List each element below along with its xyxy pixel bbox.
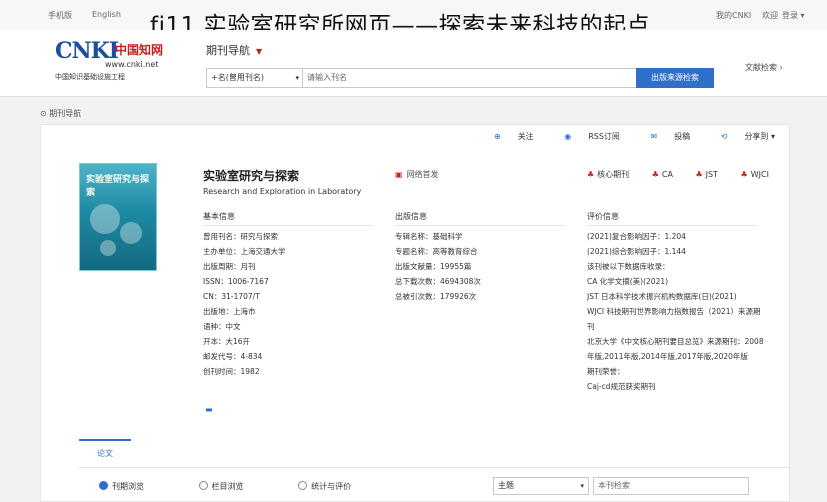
rss-button[interactable]: ◉ RSS订阅 bbox=[550, 132, 620, 141]
badge-wjci: ♣ WJCI bbox=[740, 170, 769, 179]
info-row: 该刊被以下数据库收录： bbox=[587, 262, 670, 271]
radio-checked-icon bbox=[99, 481, 108, 490]
index-badges: ♣ 核心期刊 ♣ CA ♣ JST ♣ WJCI bbox=[587, 169, 789, 180]
info-row: (2021)复合影响因子：1.204 bbox=[587, 232, 686, 241]
cover-title: 实验室研究与探索 bbox=[86, 175, 150, 198]
info-row: 总下载次数：4694308次 bbox=[395, 277, 481, 286]
english-link[interactable]: English bbox=[92, 10, 121, 19]
journal-nav-dropdown[interactable]: 期刊导航 ▼ bbox=[206, 42, 262, 58]
info-row: CA 化学文摘(美)(2021) bbox=[587, 277, 669, 286]
info-row: Caj-cd规范获奖期刊 bbox=[587, 382, 656, 391]
info-row: 出版文献量：19955篇 bbox=[395, 262, 472, 271]
info-row: 出版周期：月刊 bbox=[203, 262, 256, 271]
breadcrumb[interactable]: ⊙ 期刊导航 bbox=[40, 108, 81, 119]
logo-subtitle: 中国知识基础设施工程 bbox=[55, 73, 125, 81]
chevron-down-icon: ▾ bbox=[295, 74, 299, 82]
advanced-search-link[interactable]: 文献检索 › bbox=[745, 62, 783, 73]
basic-info-list: 曾用刊名：研究与探索 主办单位：上海交通大学 出版周期：月刊 ISSN：1006… bbox=[203, 229, 286, 379]
info-row: 邮发代号：4-834 bbox=[203, 352, 263, 361]
action-bar: ⊕ 关注 ◉ RSS订阅 ✉ 投稿 ⟲ 分享到 ▾ bbox=[466, 131, 775, 142]
follow-button[interactable]: ⊕ 关注 bbox=[480, 132, 534, 141]
share-button[interactable]: ⟲ 分享到 ▾ bbox=[707, 132, 775, 141]
radio-issue-browse[interactable]: 刊期浏览 bbox=[99, 481, 170, 491]
info-row: (2021)综合影响因子：1.144 bbox=[587, 247, 686, 256]
radio-stats-browse[interactable]: 统计与评价 bbox=[298, 481, 377, 491]
info-row: 曾用刊名：研究与探索 bbox=[203, 232, 278, 241]
rss-icon: ◉ bbox=[564, 132, 572, 141]
journal-title: 实验室研究与探索 bbox=[203, 169, 300, 183]
badge-ca: ♣ CA bbox=[651, 170, 673, 179]
publish-info-list: 专辑名称：基础科学 专题名称：高等教育综合 出版文献量：19955篇 总下载次数… bbox=[395, 229, 481, 304]
info-row: ISSN：1006-7167 bbox=[203, 277, 269, 286]
cover-bubble bbox=[120, 222, 142, 244]
radio-unchecked-icon bbox=[198, 481, 208, 490]
follow-icon: ⊕ bbox=[493, 132, 501, 141]
journal-panel: ⊕ 关注 ◉ RSS订阅 ✉ 投稿 ⟲ 分享到 ▾ 实验室研究与探索 实验室研究与探索 … bbox=[40, 124, 790, 502]
login-link[interactable]: 登录 ▾ bbox=[782, 10, 805, 21]
tab-papers[interactable]: 论文 bbox=[79, 439, 131, 467]
logo-brand-cn: 中国知网 bbox=[115, 43, 164, 57]
welcome-text: 欢迎 bbox=[762, 11, 778, 20]
radio-column-browse[interactable]: 栏目浏览 bbox=[198, 481, 270, 491]
info-row: 专题名称：高等教育综合 bbox=[395, 247, 478, 256]
document-icon: ▣ bbox=[395, 170, 403, 179]
journal-cover-image[interactable]: 实验室研究与探索 bbox=[79, 163, 157, 271]
journal-title-en: Research and Exploration in Laboratory bbox=[203, 187, 362, 196]
content-tabs: 论文 bbox=[79, 439, 789, 468]
badge-icon: ♣ bbox=[587, 170, 595, 179]
my-cnki-link[interactable]: 我的CNKI bbox=[716, 10, 751, 21]
basic-info-heading: 基本信息 bbox=[203, 211, 373, 226]
share-icon: ⟲ bbox=[720, 132, 728, 141]
search-button[interactable]: 出版来源检索 bbox=[636, 68, 714, 88]
radio-unchecked-icon bbox=[298, 481, 308, 490]
info-row: 专辑名称：基础科学 bbox=[395, 232, 463, 241]
evaluation-info-heading: 评价信息 bbox=[587, 211, 757, 226]
info-row: JST 日本科学技术振兴机构数据库(日)(2021) bbox=[587, 292, 737, 301]
info-row: 语种：中文 bbox=[203, 322, 241, 331]
info-row: 总被引次数：179926次 bbox=[395, 292, 477, 301]
search-input[interactable]: 请输入刊名 bbox=[302, 68, 640, 88]
cover-bubble bbox=[90, 204, 120, 234]
info-row: 出版地：上海市 bbox=[203, 307, 256, 316]
online-first-link[interactable]: ▣ 网络首发 bbox=[395, 169, 439, 180]
cnki-logo[interactable]: CNKI 中国知网 www.cnki.net 中国知识基础设施工程 bbox=[55, 38, 175, 84]
publish-info-heading: 出版信息 bbox=[395, 211, 565, 226]
mobile-link[interactable]: 手机版 bbox=[48, 10, 72, 21]
info-row: 主办单位：上海交通大学 bbox=[203, 247, 286, 256]
chevron-down-icon: ▾ bbox=[580, 482, 584, 490]
badge-icon: ♣ bbox=[695, 170, 703, 179]
qr-code-icon[interactable]: ▬ bbox=[205, 405, 213, 414]
info-row: CN：31-1707/T bbox=[203, 292, 260, 301]
search-scope-select[interactable]: +名(曾用刊名) ▾ bbox=[206, 68, 304, 88]
evaluation-info-list: (2021)复合影响因子：1.204 (2021)综合影响因子：1.144 该刊… bbox=[587, 229, 767, 394]
journal-nav-label: 期刊导航 bbox=[206, 44, 250, 57]
mail-icon: ✉ bbox=[650, 132, 658, 141]
badge-jst: ♣ JST bbox=[695, 170, 719, 179]
info-row: 创刊时间：1982 bbox=[203, 367, 260, 376]
badge-icon: ♣ bbox=[740, 170, 748, 179]
info-row: 期刊荣誉： bbox=[587, 367, 625, 376]
badge-core: ♣ 核心期刊 bbox=[587, 170, 630, 179]
field-select[interactable]: 主题 ▾ bbox=[493, 477, 589, 495]
info-row: 开本：大16开 bbox=[203, 337, 251, 346]
badge-icon: ♣ bbox=[651, 170, 659, 179]
submit-button[interactable]: ✉ 投稿 bbox=[636, 132, 690, 141]
info-row: WJCI 科技期刊世界影响力指数报告（2021）来源期刊 bbox=[587, 307, 761, 331]
cover-bubble bbox=[100, 240, 116, 256]
info-row: 北京大学《中文核心期刊要目总览》来源期刊：2008年版,2011年版,2014年… bbox=[587, 337, 764, 361]
journal-search-input[interactable]: 本刊检索 bbox=[593, 477, 749, 495]
logo-url: www.cnki.net bbox=[105, 60, 159, 69]
browse-mode-radios: 刊期浏览 栏目浏览 统计与评价 bbox=[99, 481, 403, 492]
caret-down-icon: ▼ bbox=[256, 47, 263, 56]
